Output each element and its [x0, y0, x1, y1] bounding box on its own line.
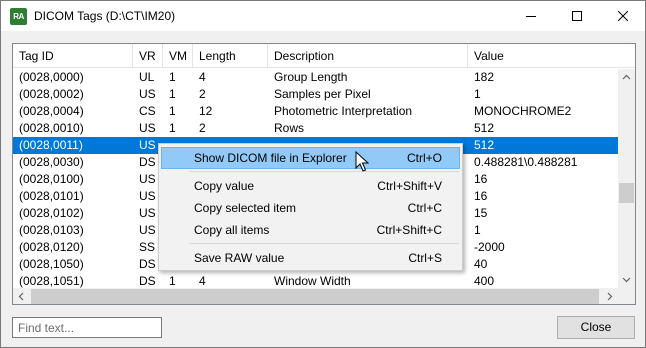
cell-tag-id: (0028,0004)	[19, 104, 84, 118]
cell-description: Photometric Interpretation	[274, 104, 413, 118]
chevron-down-icon	[622, 277, 631, 283]
chevron-right-icon	[607, 292, 613, 301]
scroll-right-button[interactable]	[601, 288, 618, 304]
column-header-tag-id[interactable]: Tag ID	[13, 44, 133, 68]
maximize-icon	[572, 11, 582, 21]
menu-separator	[189, 243, 459, 244]
close-button[interactable]: Close	[557, 316, 635, 339]
cell-value: 182	[474, 70, 495, 84]
cell-tag-id: (0028,1050)	[19, 257, 84, 271]
menu-item-shortcut: Ctrl+Shift+C	[376, 223, 442, 237]
scroll-down-button[interactable]	[618, 271, 635, 288]
close-window-button[interactable]	[600, 1, 646, 31]
table-row[interactable]: (0028,0010) US 1 2 Rows 512	[13, 120, 618, 137]
cell-tag-id: (0028,0002)	[19, 87, 84, 101]
cell-vr: US	[139, 121, 156, 135]
cell-vm: 1	[169, 121, 176, 135]
horizontal-scrollbar[interactable]	[13, 288, 618, 304]
cell-value: 512	[474, 121, 495, 135]
menu-item-label: Copy selected item	[194, 201, 297, 215]
find-text-input[interactable]	[12, 317, 162, 338]
menu-item-shortcut: Ctrl+O	[406, 151, 442, 165]
cell-vr: UL	[139, 70, 155, 84]
menu-item-label: Copy all items	[194, 223, 270, 237]
cell-description: Samples per Pixel	[274, 87, 371, 101]
cell-value: 1	[474, 87, 481, 101]
column-header-vr[interactable]: VR	[133, 44, 163, 68]
cell-tag-id: (0028,0103)	[19, 223, 84, 237]
cell-tag-id: (0028,0120)	[19, 240, 84, 254]
menu-item-label: Show DICOM file in Explorer	[194, 151, 347, 165]
minimize-icon	[526, 16, 536, 17]
context-menu: Show DICOM file in Explorer Ctrl+O Copy va…	[158, 143, 463, 271]
mouse-cursor-icon	[355, 151, 369, 172]
minimize-button[interactable]	[508, 1, 554, 31]
window-title: DICOM Tags (D:\CT\IM20)	[34, 9, 176, 23]
menu-separator	[189, 171, 459, 172]
cell-description: Rows	[274, 121, 305, 135]
cell-value: -2000	[474, 240, 505, 254]
menu-item-shortcut: Ctrl+C	[407, 201, 442, 215]
cell-value: MONOCHROME2	[474, 104, 572, 118]
menu-item-save-raw-value[interactable]: Save RAW value Ctrl+S	[161, 247, 460, 269]
cell-description: Group Length	[274, 70, 348, 84]
table-row[interactable]: (0028,0004) CS 1 12 Photometric Interpretati…	[13, 103, 618, 120]
cell-vm: 1	[169, 104, 176, 118]
cell-tag-id: (0028,0100)	[19, 172, 84, 186]
menu-item-copy-value[interactable]: Copy value Ctrl+Shift+V	[161, 175, 460, 197]
cell-vr: CS	[139, 104, 156, 118]
cell-tag-id: (0028,0030)	[19, 155, 84, 169]
column-header-description[interactable]: Description	[268, 44, 468, 68]
dicom-tags-window: RA DICOM Tags (D:\CT\IM20) Tag ID VR VM …	[0, 0, 646, 348]
close-icon	[618, 11, 628, 21]
chevron-left-icon	[18, 292, 24, 301]
cell-value: 16	[474, 172, 488, 186]
cell-vr: US	[139, 87, 156, 101]
maximize-button[interactable]	[554, 1, 600, 31]
cell-value: 0.488281\0.488281	[474, 155, 578, 169]
cell-tag-id: (0028,0010)	[19, 121, 84, 135]
scrollbar-corner	[618, 288, 635, 304]
cell-length: 2	[199, 121, 206, 135]
scroll-left-button[interactable]	[13, 288, 30, 304]
vertical-scrollbar[interactable]	[618, 69, 635, 288]
column-header-vm[interactable]: VM	[163, 44, 193, 68]
column-header-value[interactable]: Value	[468, 44, 635, 68]
menu-item-shortcut: Ctrl+Shift+V	[377, 179, 442, 193]
cell-value: 512	[474, 138, 495, 152]
scroll-up-button[interactable]	[618, 69, 635, 86]
cell-value: 1	[474, 223, 481, 237]
horizontal-scroll-thumb[interactable]	[31, 289, 599, 304]
cell-value: 40	[474, 257, 488, 271]
vertical-scroll-thumb[interactable]	[619, 183, 634, 203]
menu-item-label: Save RAW value	[194, 251, 285, 265]
chevron-up-icon	[622, 74, 631, 80]
cell-vm: 1	[169, 87, 176, 101]
cell-tag-id: (0028,0102)	[19, 206, 84, 220]
cell-value: 15	[474, 206, 488, 220]
cell-tag-id: (0028,0101)	[19, 189, 84, 203]
title-bar[interactable]: RA DICOM Tags (D:\CT\IM20)	[1, 1, 645, 31]
menu-item-copy-selected-item[interactable]: Copy selected item Ctrl+C	[161, 197, 460, 219]
menu-item-show-in-explorer[interactable]: Show DICOM file in Explorer Ctrl+O	[161, 147, 460, 169]
cell-length: 4	[199, 70, 206, 84]
cell-tag-id: (0028,0000)	[19, 70, 84, 84]
cell-length: 2	[199, 87, 206, 101]
cell-length: 12	[199, 104, 213, 118]
table-row[interactable]: (0028,0000) UL 1 4 Group Length 182	[13, 69, 618, 86]
app-icon: RA	[10, 8, 27, 25]
cell-value: 16	[474, 189, 488, 203]
menu-item-copy-all-items[interactable]: Copy all items Ctrl+Shift+C	[161, 219, 460, 241]
cell-vm: 1	[169, 70, 176, 84]
cell-tag-id: (0028,0011)	[19, 138, 83, 152]
menu-item-label: Copy value	[194, 179, 255, 193]
table-row[interactable]: (0028,0002) US 1 2 Samples per Pixel 1	[13, 86, 618, 103]
menu-item-shortcut: Ctrl+S	[408, 251, 442, 265]
column-header-length[interactable]: Length	[193, 44, 268, 68]
list-header: Tag ID VR VM Length Description Value	[13, 44, 635, 68]
